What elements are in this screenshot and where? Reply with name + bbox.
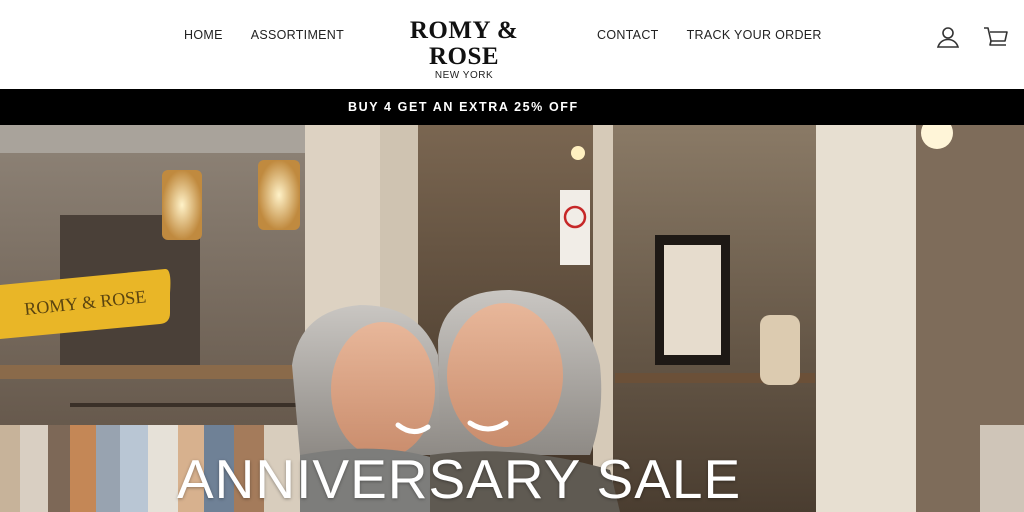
logo-title: ROMY & ROSE	[409, 17, 519, 70]
account-icon[interactable]	[935, 24, 961, 50]
nav-contact-link[interactable]: CONTACT	[597, 28, 659, 42]
announcement-text: BUY 4 GET AN EXTRA 25% OFF	[348, 100, 579, 114]
nav-assortiment-link[interactable]: ASSORTIMENT	[251, 28, 344, 42]
nav-left: HOME ASSORTIMENT	[184, 28, 344, 42]
cart-icon[interactable]	[983, 24, 1009, 50]
hero-banner[interactable]: ROMY & ROSE ANNIVERSARY SALE	[0, 125, 1024, 512]
site-header: HOME ASSORTIMENT ROMY & ROSE NEW YORK CO…	[0, 0, 1024, 89]
site-logo[interactable]: ROMY & ROSE NEW YORK	[372, 17, 556, 82]
announcement-bar: BUY 4 GET AN EXTRA 25% OFF	[0, 89, 1024, 125]
nav-track-order-link[interactable]: TRACK YOUR ORDER	[687, 28, 822, 42]
nav-right: CONTACT TRACK YOUR ORDER	[597, 28, 822, 42]
nav-home-link[interactable]: HOME	[184, 28, 223, 42]
logo-subtitle: NEW YORK	[434, 70, 494, 81]
hero-title: ANNIVERSARY SALE	[177, 448, 742, 510]
